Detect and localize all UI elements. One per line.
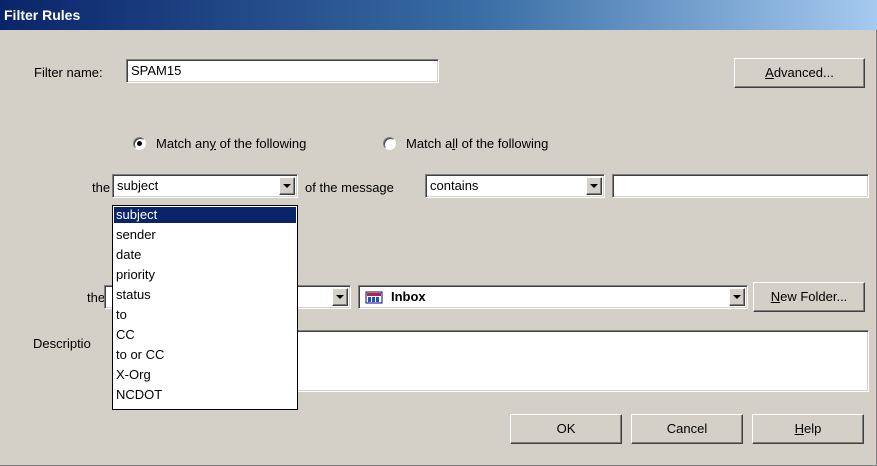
- field-option-item[interactable]: status: [114, 287, 296, 303]
- folder-select[interactable]: Inbox: [358, 285, 748, 309]
- radio-selected-dot: [137, 141, 142, 146]
- field-option-item[interactable]: NCDOT: [114, 387, 296, 403]
- advanced-button[interactable]: Advanced...: [734, 58, 865, 88]
- help-button[interactable]: Help: [752, 414, 864, 444]
- condition-the-label: the: [92, 180, 111, 195]
- help-accel: H: [794, 421, 805, 436]
- new-folder-label: ew Folder...: [780, 289, 848, 304]
- filter-rules-dialog: Filter Rules Filter name: SPAM15 Advance…: [0, 0, 877, 466]
- match-any-radio[interactable]: [133, 137, 146, 150]
- field-option-item[interactable]: priority: [114, 267, 296, 283]
- field-option-item[interactable]: to: [114, 307, 296, 323]
- filter-name-label: Filter name:: [34, 65, 103, 80]
- of-the-message-label: of the message: [305, 180, 394, 195]
- chevron-down-icon: [336, 295, 344, 299]
- help-label: elp: [804, 421, 822, 436]
- operator-select[interactable]: contains: [425, 174, 605, 198]
- folder-select-dropdown-button[interactable]: [729, 288, 745, 306]
- action-select-dropdown-button[interactable]: [332, 288, 348, 306]
- field-select[interactable]: subject: [112, 174, 298, 198]
- filter-name-value: SPAM15: [131, 63, 182, 78]
- field-select-value: subject: [117, 178, 159, 193]
- field-option-item[interactable]: CC: [114, 327, 296, 343]
- chevron-down-icon: [590, 184, 598, 188]
- ok-button[interactable]: OK: [510, 414, 622, 444]
- title-bar: Filter Rules: [0, 0, 877, 30]
- operator-select-dropdown-button[interactable]: [586, 177, 602, 195]
- field-select-dropdown-button[interactable]: [279, 177, 295, 195]
- advanced-accel: A: [765, 65, 774, 80]
- new-folder-accel: N: [770, 289, 781, 304]
- match-any-label: Match any of the following: [156, 136, 307, 151]
- field-option-item[interactable]: subject: [114, 207, 296, 223]
- field-option-item[interactable]: to or CC: [114, 347, 296, 363]
- folder-select-value: Inbox: [391, 289, 426, 304]
- filter-name-input[interactable]: SPAM15: [126, 59, 439, 83]
- window-title: Filter Rules: [4, 7, 81, 23]
- field-options-list[interactable]: subject sender date priority status to CC to or…: [112, 205, 298, 410]
- cancel-button[interactable]: Cancel: [631, 414, 743, 444]
- match-all-label: Match all of the following: [406, 136, 549, 151]
- new-folder-button[interactable]: New Folder...: [753, 282, 865, 312]
- field-option-item[interactable]: date: [114, 247, 296, 263]
- action-the-label: the: [87, 290, 106, 305]
- match-all-radio[interactable]: [383, 137, 396, 150]
- description-label: Descriptio: [33, 336, 91, 351]
- inbox-icon: [365, 291, 383, 304]
- field-option-item[interactable]: sender: [114, 227, 296, 243]
- chevron-down-icon: [283, 184, 291, 188]
- operator-select-value: contains: [430, 178, 479, 193]
- field-option-item[interactable]: X-Org: [114, 367, 296, 383]
- advanced-label: dvanced...: [773, 65, 834, 80]
- condition-text-input[interactable]: [612, 174, 869, 198]
- chevron-down-icon: [733, 295, 741, 299]
- description-textarea[interactable]: [290, 330, 869, 392]
